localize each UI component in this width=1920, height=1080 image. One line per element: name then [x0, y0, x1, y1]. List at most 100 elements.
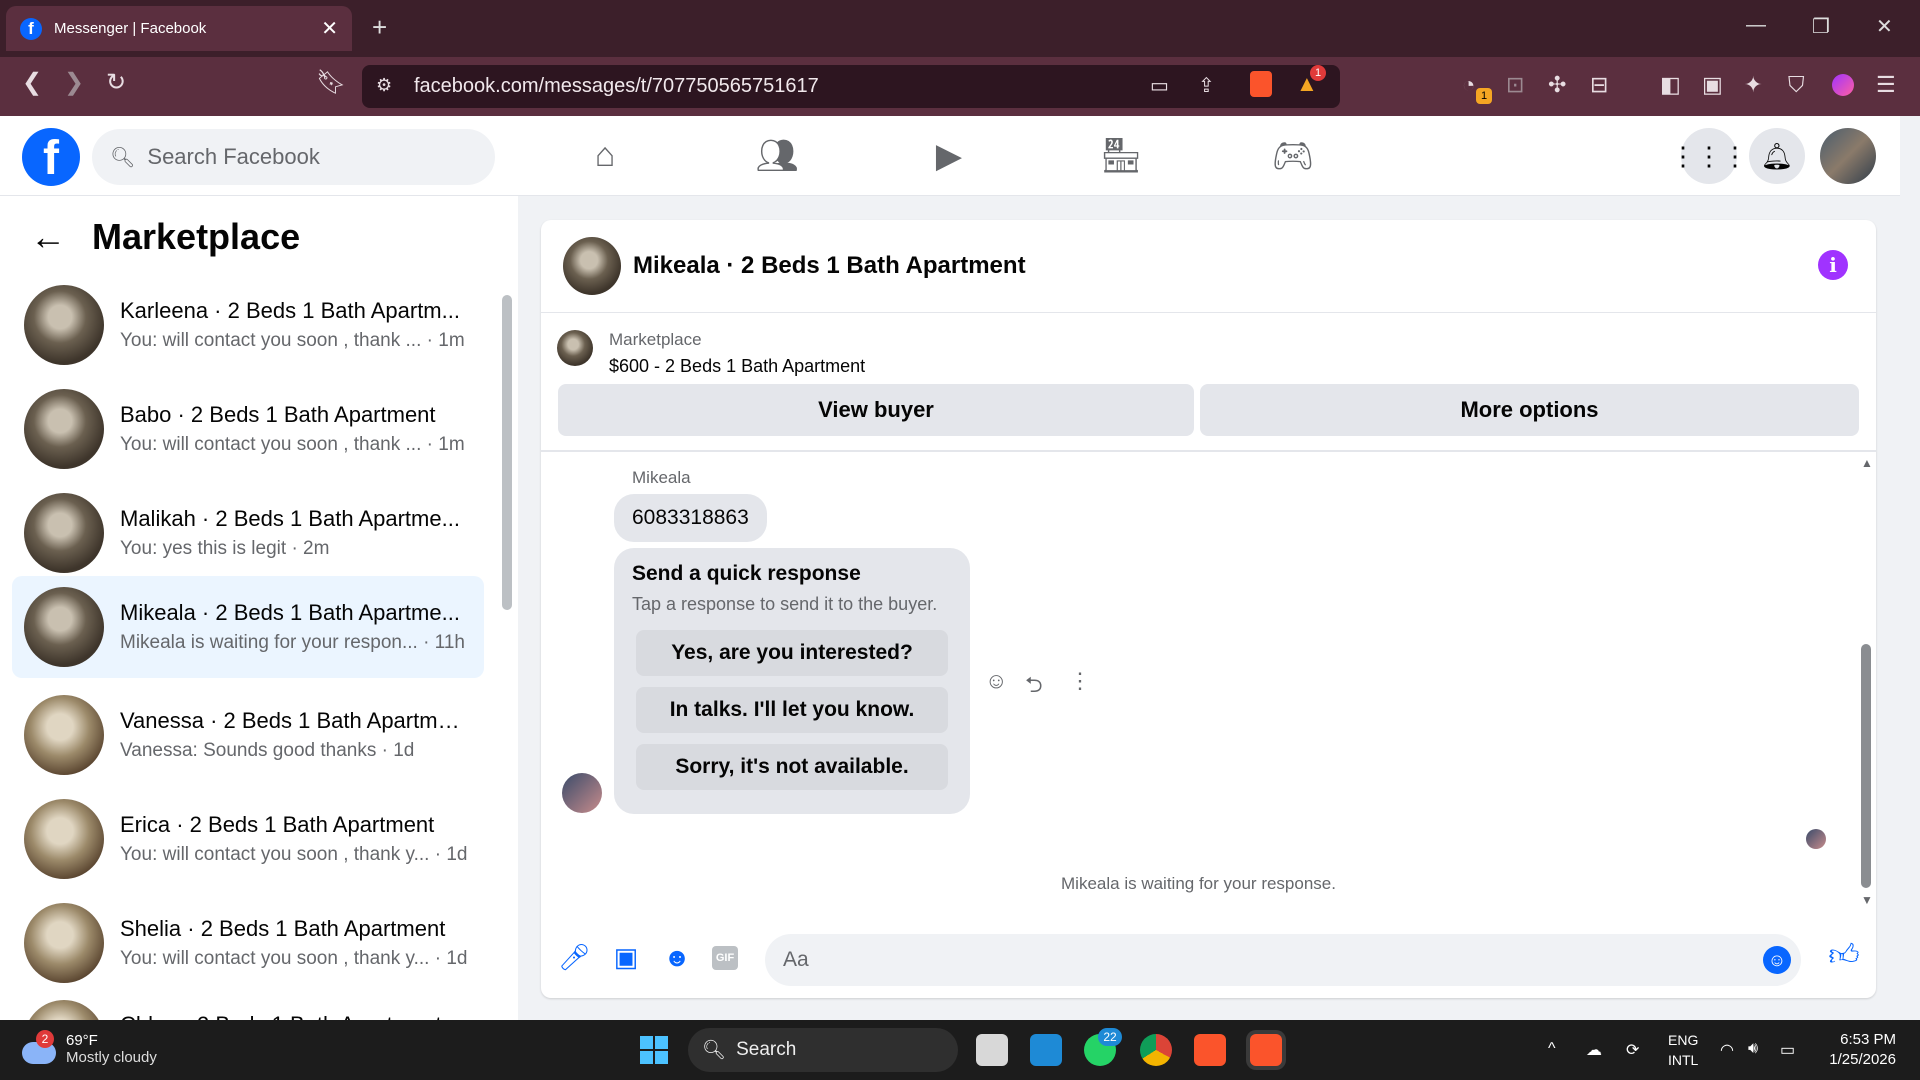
page-scrollbar[interactable]	[1900, 116, 1920, 1020]
marketplace-conversation-list: ← Marketplace Karleena · 2 Beds 1 Bath A…	[0, 196, 518, 1020]
tab-messenger[interactable]: f Messenger | Facebook ✕	[6, 6, 352, 51]
language-indicator[interactable]: ENG INTL	[1668, 1030, 1698, 1070]
bookmark-icon[interactable]: 🔖︎	[316, 68, 346, 97]
sticker-icon[interactable]: ☻	[661, 942, 693, 974]
back-icon[interactable]: ❮	[22, 68, 42, 97]
scroll-up-arrow-icon[interactable]: ▲	[1861, 456, 1873, 470]
reply-icon[interactable]: ⮌	[1025, 668, 1043, 706]
message-input-placeholder: Aa	[783, 948, 809, 971]
volume-icon[interactable]: 🔊︎	[1748, 1040, 1758, 1058]
list-item[interactable]: Malikah · 2 Beds 1 Bath Apartme... You: y…	[12, 482, 484, 584]
facebook-logo-icon[interactable]: f	[22, 128, 80, 186]
info-icon[interactable]: i	[1818, 250, 1848, 280]
video-icon[interactable]: ▶	[927, 136, 971, 176]
battery-icon[interactable]: ▭	[1780, 1040, 1795, 1060]
gaming-icon[interactable]: 🎮︎	[1271, 136, 1315, 176]
sync-icon[interactable]: ⟳	[1626, 1040, 1639, 1060]
quick-response-in-talks-button[interactable]: In talks. I'll let you know.	[636, 687, 948, 733]
more-options-button[interactable]: More options	[1200, 384, 1859, 436]
avatar	[24, 285, 104, 365]
close-tab-icon[interactable]: ✕	[321, 16, 338, 41]
back-arrow-icon[interactable]: ←	[30, 216, 66, 258]
quick-response-title: Send a quick response	[632, 562, 861, 585]
sender-avatar[interactable]	[562, 773, 602, 813]
extension-icon[interactable]: ◔	[1462, 72, 1475, 98]
onedrive-icon[interactable]: ☁	[1586, 1040, 1602, 1060]
leo-ai-icon[interactable]: ✦	[1744, 72, 1762, 98]
tab-title: Messenger | Facebook	[54, 20, 207, 37]
message-bubble[interactable]: 6083318863	[614, 494, 767, 542]
home-icon[interactable]: ⌂	[583, 136, 627, 176]
task-view-icon[interactable]	[976, 1034, 1008, 1066]
forward-icon[interactable]: ❯	[64, 68, 84, 97]
listing-summary[interactable]: Marketplace $600 - 2 Beds 1 Bath Apartme…	[557, 330, 865, 377]
brave-shields-icon[interactable]	[1250, 71, 1272, 97]
marketplace-icon[interactable]: 🏪︎	[1099, 136, 1143, 176]
screen: { "browser": { "tab_title": "Messenger |…	[0, 0, 1920, 1080]
notifications-icon[interactable]: 🔔︎	[1749, 128, 1805, 184]
facebook-favicon-icon: f	[20, 17, 42, 40]
puzzle-icon[interactable]: ✣	[1548, 72, 1566, 98]
avatar[interactable]	[563, 237, 621, 295]
conversation-preview: You: will contact you soon , thank y... …	[120, 844, 468, 865]
sidebar-icon[interactable]: ◧	[1660, 72, 1681, 98]
reader-icon[interactable]: ⊟	[1590, 72, 1608, 98]
share-icon[interactable]: ⇪	[1198, 73, 1215, 98]
search-input[interactable]: 🔍︎ Search Facebook	[92, 129, 495, 185]
brave-active-icon[interactable]	[1250, 1034, 1282, 1066]
quick-response-not-available-button[interactable]: Sorry, it's not available.	[636, 744, 948, 790]
list-item[interactable]: Shelia · 2 Beds 1 Bath Apartment You: wil…	[12, 892, 484, 994]
taskbar-search[interactable]: 🔍︎ Search	[688, 1028, 958, 1072]
list-item[interactable]: Karleena · 2 Beds 1 Bath Apartm... You: w…	[12, 274, 484, 376]
chat-scrollbar[interactable]	[1861, 644, 1871, 888]
list-item[interactable]: Babo · 2 Beds 1 Bath Apartment You: will …	[12, 378, 484, 480]
conversation-preview: Vanessa: Sounds good thanks · 1d	[120, 740, 415, 761]
wallet-icon[interactable]: ▣	[1702, 72, 1723, 98]
show-hidden-icons-icon[interactable]: ^	[1548, 1040, 1556, 1058]
brave-icon[interactable]	[1194, 1034, 1226, 1066]
view-buyer-button[interactable]: View buyer	[558, 384, 1194, 436]
list-item[interactable]: Chloe · 2 Beds 1 Bath Apartment	[12, 996, 484, 1020]
restore-button[interactable]: ❐	[1812, 14, 1830, 39]
conversation-name: Chloe · 2 Beds 1 Bath Apartment	[120, 1012, 460, 1020]
chat-title[interactable]: Mikeala · 2 Beds 1 Bath Apartment	[633, 252, 1026, 280]
weather-widget[interactable]: 2 69°F Mostly cloudy	[20, 1030, 157, 1068]
list-item-active[interactable]: Mikeala · 2 Beds 1 Bath Apartme... Mikeal…	[12, 576, 484, 678]
reload-icon[interactable]: ↻	[106, 68, 126, 97]
avatar[interactable]	[1820, 128, 1876, 184]
react-emoji-icon[interactable]: ☺	[985, 668, 1007, 694]
menu-grid-icon[interactable]: ⋮⋮⋮	[1670, 128, 1748, 184]
cast-icon[interactable]: ▭	[1150, 73, 1169, 98]
message-input[interactable]: Aa ☺	[765, 934, 1801, 986]
wallet-extension-icon[interactable]: ⊡	[1506, 72, 1524, 98]
more-actions-icon[interactable]: ⋮	[1069, 668, 1091, 694]
close-window-button[interactable]: ✕	[1876, 14, 1893, 39]
conversation-list-scrollbar[interactable]	[502, 295, 512, 610]
wifi-icon[interactable]: ◠	[1720, 1040, 1734, 1060]
notepad-icon[interactable]	[1030, 1034, 1062, 1066]
gif-icon[interactable]: GIF	[712, 946, 738, 970]
like-thumbs-up-icon[interactable]: 👍︎	[1828, 938, 1860, 972]
site-settings-icon[interactable]: ⚙	[376, 75, 392, 96]
scroll-down-arrow-icon[interactable]: ▼	[1861, 893, 1873, 907]
chrome-icon[interactable]	[1140, 1034, 1172, 1066]
list-item[interactable]: Vanessa · 2 Beds 1 Bath Apartme... Vaness…	[12, 684, 484, 786]
quick-response-yes-button[interactable]: Yes, are you interested?	[636, 630, 948, 676]
search-icon: 🔍︎	[702, 1040, 727, 1061]
system-clock[interactable]: 6:53 PM 1/25/2026	[1818, 1030, 1896, 1070]
minimize-button[interactable]: —	[1746, 14, 1766, 37]
profile-icon[interactable]	[1832, 74, 1854, 96]
address-bar[interactable]: ⚙ facebook.com/messages/t/70775056575161…	[362, 65, 1340, 108]
windows-start-icon[interactable]	[640, 1036, 668, 1064]
avatar	[24, 799, 104, 879]
avatar	[24, 695, 104, 775]
vpn-icon[interactable]: ⛉	[1788, 72, 1805, 98]
menu-icon[interactable]: ☰	[1876, 72, 1896, 98]
microphone-icon[interactable]: 🎤︎	[558, 942, 591, 974]
new-tab-button[interactable]: +	[372, 12, 387, 43]
friends-icon[interactable]: 👥︎	[755, 136, 799, 176]
list-item[interactable]: Erica · 2 Beds 1 Bath Apartment You: will…	[12, 788, 484, 890]
seen-avatar	[1806, 829, 1826, 849]
emoji-icon[interactable]: ☺	[1763, 946, 1791, 974]
photo-icon[interactable]: ▣	[610, 942, 642, 974]
